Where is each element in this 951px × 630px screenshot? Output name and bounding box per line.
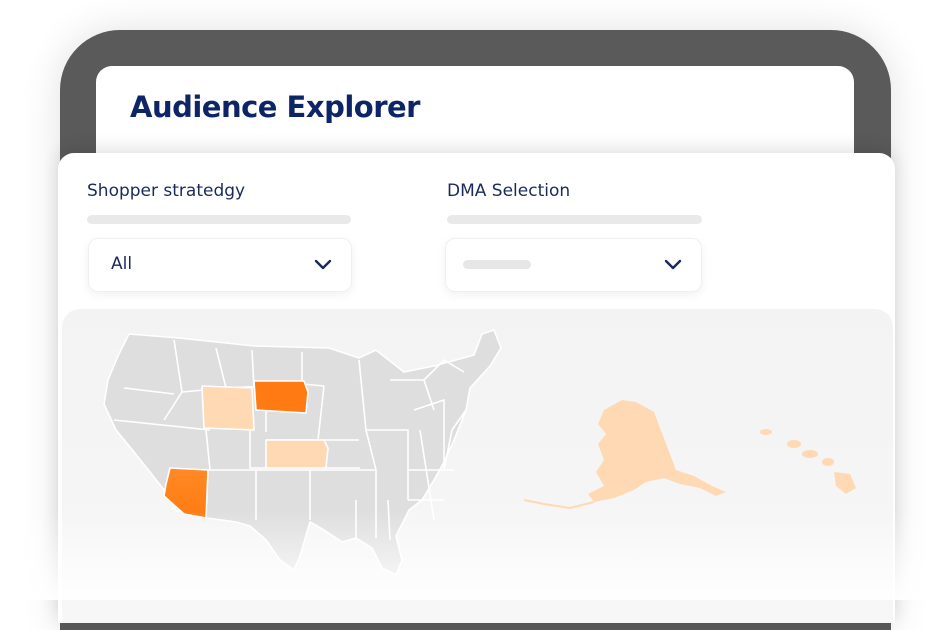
- shopper-strategy-bar: [87, 215, 351, 224]
- chevron-down-icon: [314, 259, 332, 270]
- state-arizona: [163, 467, 209, 519]
- app-title: Audience Explorer: [130, 90, 420, 124]
- map-area: [62, 309, 893, 623]
- state-wyoming: [201, 385, 255, 431]
- shopper-strategy-value: All: [111, 254, 133, 274]
- chevron-down-icon: [664, 259, 682, 270]
- state-hawaii: [760, 429, 856, 494]
- state-kansas: [265, 439, 329, 469]
- dma-selection-bar: [447, 215, 702, 224]
- state-south-dakota: [253, 380, 309, 414]
- shopper-strategy-select[interactable]: All: [88, 238, 352, 292]
- shopper-strategy-label: Shopper stratedgy: [87, 181, 246, 201]
- dma-selection-label: DMA Selection: [447, 181, 571, 201]
- us-map: [103, 329, 856, 576]
- filter-panel: Shopper stratedgy All DMA Selection: [58, 153, 895, 623]
- state-alaska: [588, 400, 726, 502]
- dma-selection-placeholder: [463, 260, 531, 269]
- alaska-chain: [523, 499, 595, 509]
- dma-selection-select[interactable]: [445, 238, 702, 292]
